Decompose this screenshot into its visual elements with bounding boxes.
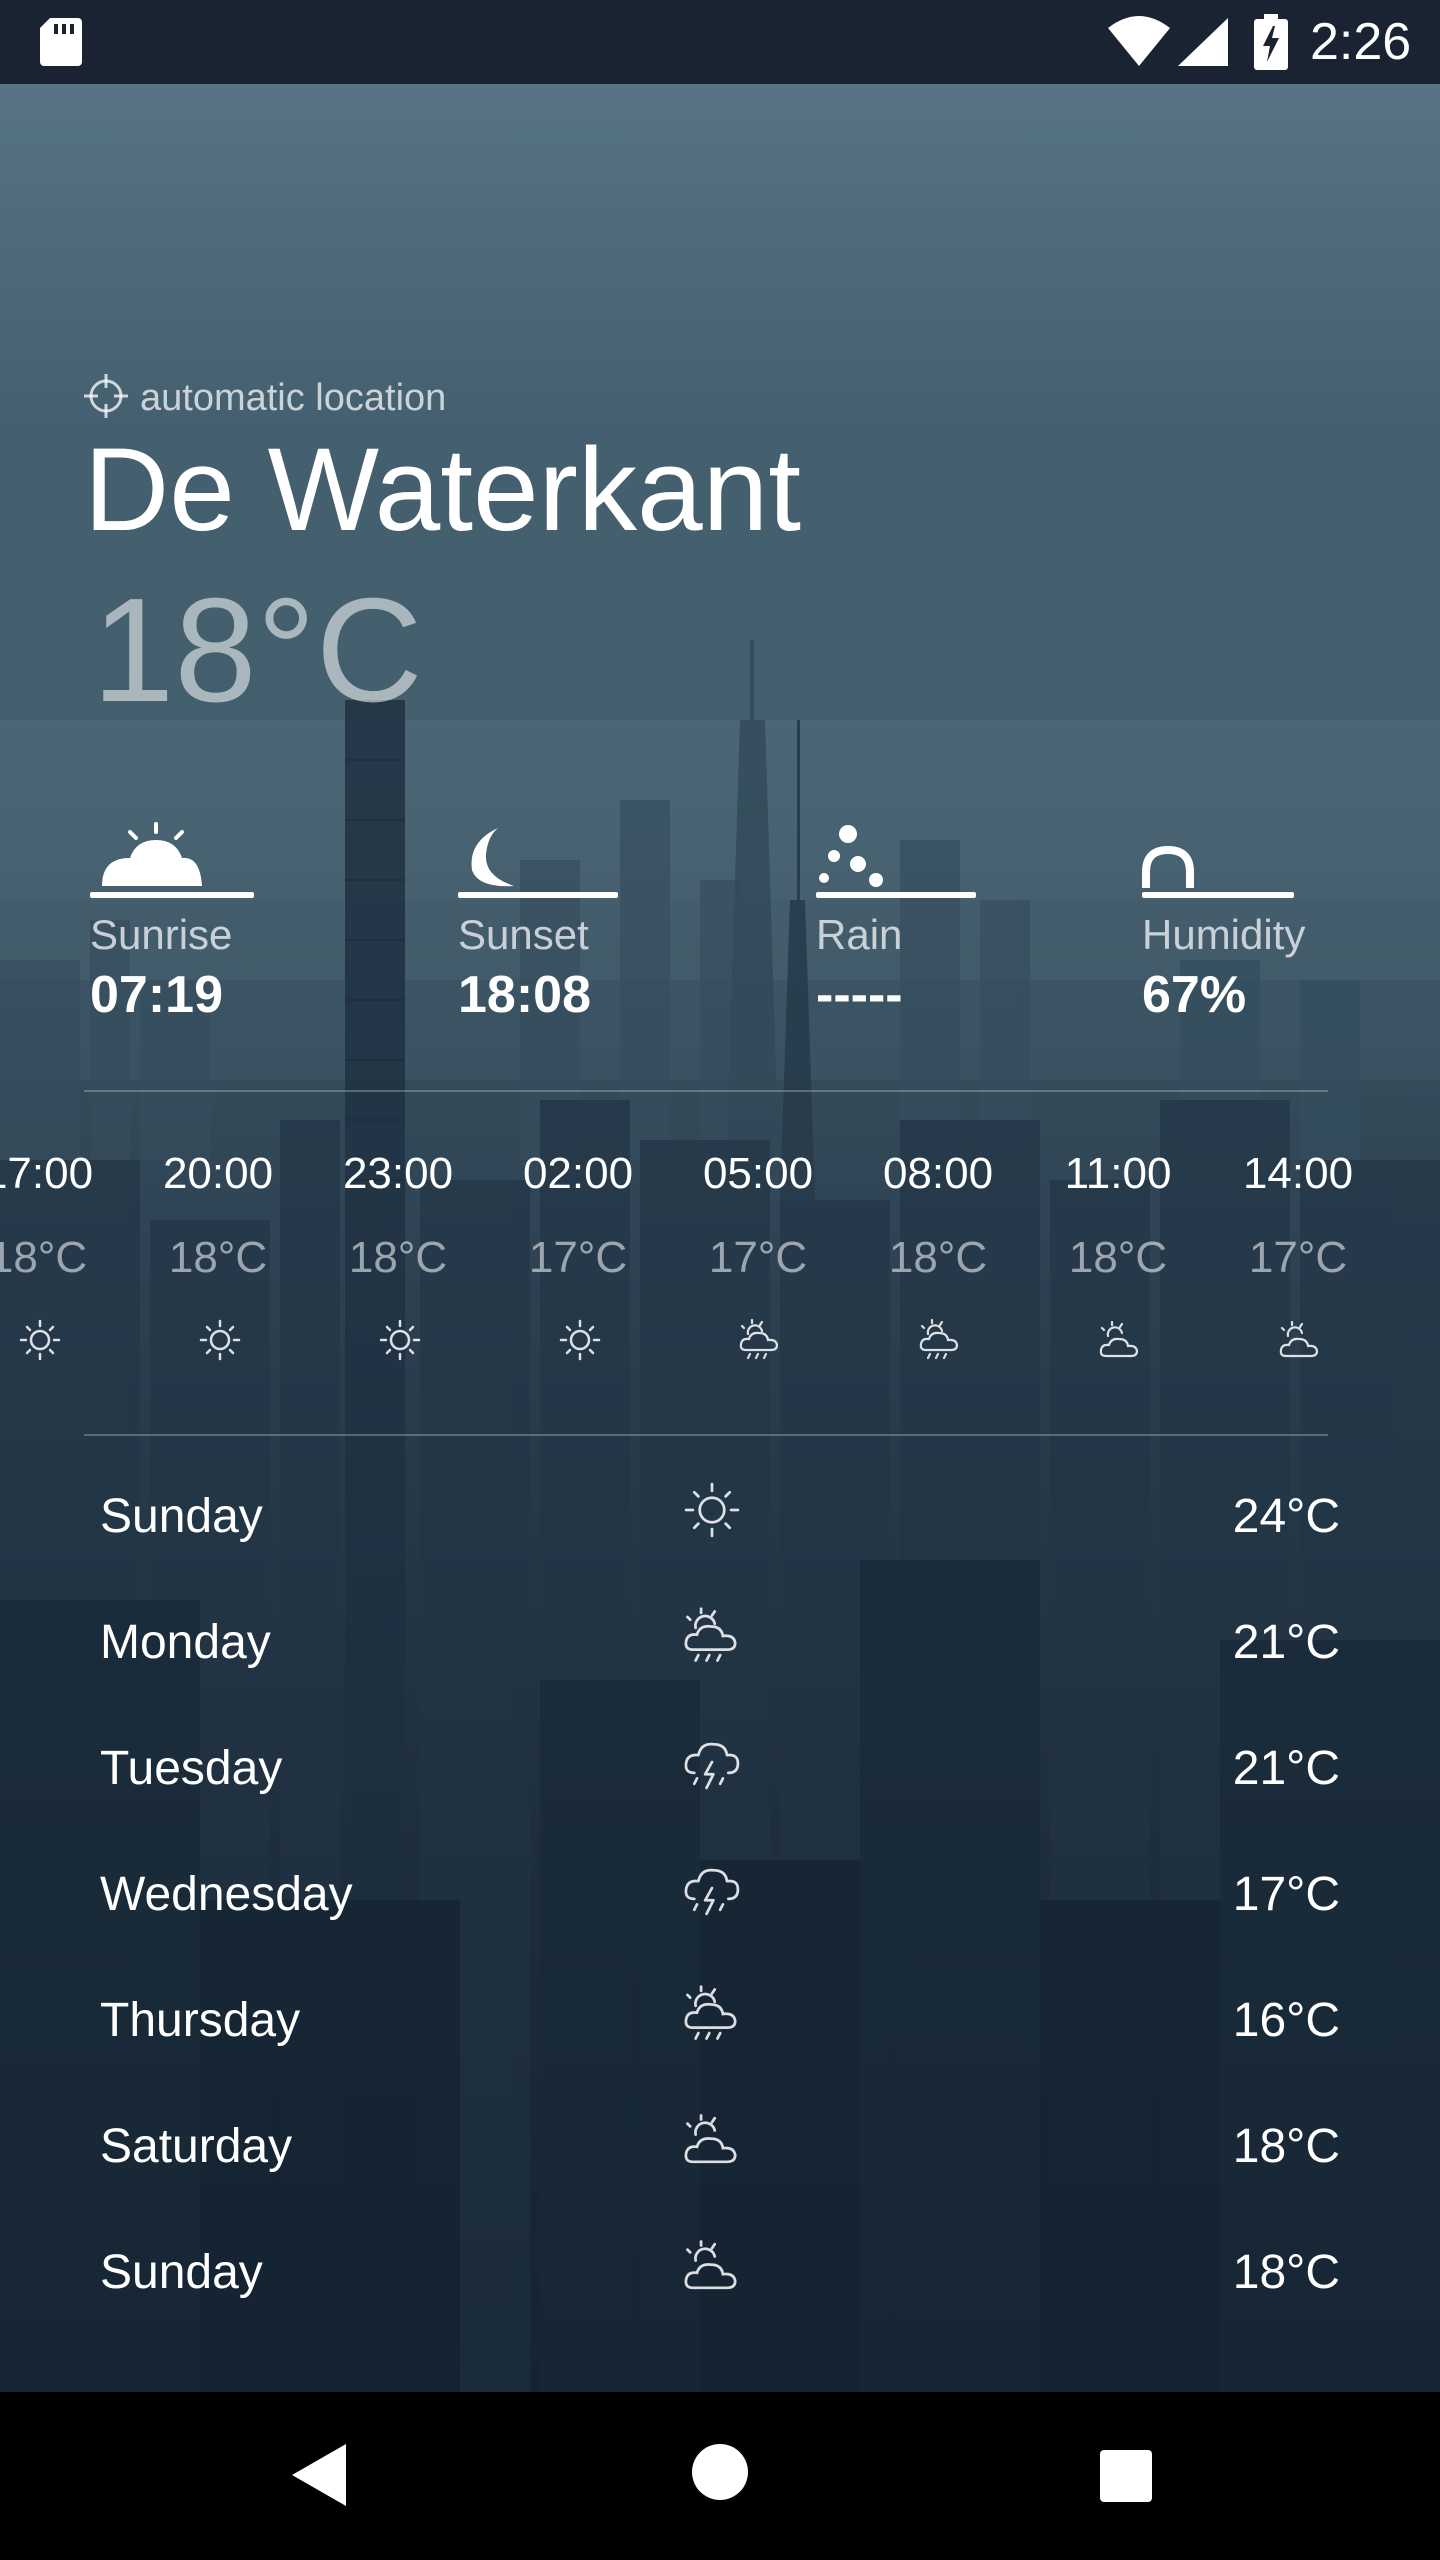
- sunrise-value: 07:19: [90, 966, 223, 1024]
- divider-bottom: [84, 1434, 1328, 1436]
- day-temp: 17°C: [1232, 1868, 1340, 1921]
- sun-cloud-icon: [1098, 1318, 1142, 1367]
- humidity-value: 67%: [1142, 966, 1247, 1024]
- hourly-item: 02:00 17°C: [503, 1140, 653, 1370]
- sd-card-icon: [40, 18, 82, 71]
- rain-value: -----: [816, 966, 903, 1024]
- hour-temp: 18°C: [168, 1233, 268, 1282]
- battery-charging-icon: [1254, 14, 1288, 75]
- status-bar: 2:26: [0, 0, 1440, 84]
- day-temp: 16°C: [1232, 1994, 1340, 2047]
- hourly-item: 08:00 18°C: [863, 1140, 1013, 1370]
- day-name: Wednesday: [100, 1868, 353, 1921]
- sun-icon: [378, 1318, 422, 1367]
- stat-humidity: Humidity 67%: [1142, 820, 1382, 1040]
- weather-screen: 2:26 automatic location De Waterkant 18°…: [0, 0, 1440, 2560]
- daily-row[interactable]: Saturday 18°C: [0, 2096, 1440, 2222]
- sun-icon: [682, 1480, 742, 1545]
- sun-icon: [198, 1318, 242, 1367]
- sunrise-underline: [90, 892, 254, 898]
- location-mode-label: automatic location: [140, 377, 447, 419]
- sun-cloud-rain-icon: [738, 1318, 782, 1367]
- city-name: De Waterkant: [84, 424, 801, 556]
- hour-time: 11:00: [1064, 1149, 1172, 1198]
- hourly-item: 17:00 18°C: [0, 1140, 113, 1370]
- sun-icon: [18, 1318, 62, 1367]
- sun-cloud-rain-icon: [682, 1984, 742, 2049]
- crosshair-icon: [84, 374, 128, 423]
- sun-cloud-icon: [682, 2110, 742, 2175]
- day-temp: 24°C: [1232, 1490, 1340, 1543]
- day-name: Sunday: [100, 2246, 263, 2299]
- sunset-underline: [458, 892, 618, 898]
- hour-temp: 17°C: [528, 1233, 628, 1282]
- humidity-underline: [1142, 892, 1294, 898]
- back-icon[interactable]: [290, 2442, 350, 2513]
- sunset-moon-icon: [458, 820, 618, 895]
- hour-temp: 17°C: [708, 1233, 808, 1282]
- daily-row[interactable]: Monday 21°C: [0, 1592, 1440, 1718]
- day-name: Tuesday: [100, 1742, 283, 1795]
- hourly-item: 05:00 17°C: [683, 1140, 833, 1370]
- daily-row[interactable]: Sunday 24°C: [0, 1466, 1440, 1592]
- rain-label: Rain: [816, 911, 903, 958]
- hour-time: 17:00: [0, 1149, 94, 1198]
- signal-icon: [1178, 18, 1228, 71]
- hour-temp: 18°C: [348, 1233, 448, 1282]
- hour-temp: 18°C: [0, 1233, 88, 1282]
- hourly-item: 23:00 18°C: [323, 1140, 473, 1370]
- day-name: Saturday: [100, 2120, 293, 2173]
- day-name: Monday: [100, 1616, 271, 1669]
- humidity-gauge-icon: [1142, 820, 1302, 895]
- thunderstorm-icon: [682, 1858, 742, 1923]
- recents-icon[interactable]: [1098, 2448, 1154, 2509]
- hourly-item: 14:00 17°C: [1223, 1140, 1373, 1370]
- hour-time: 08:00: [882, 1149, 994, 1198]
- hourly-forecast-scroller[interactable]: 17:00 18°C 20:00 18°C 23:00 18°C 02:00 1…: [0, 1140, 1440, 1380]
- daily-row[interactable]: Tuesday 21°C: [0, 1718, 1440, 1844]
- humidity-label: Humidity: [1142, 911, 1306, 958]
- thunderstorm-icon: [682, 1732, 742, 1797]
- wifi-icon: [1108, 16, 1170, 71]
- sun-cloud-icon: [682, 2236, 742, 2301]
- sunset-label: Sunset: [458, 911, 589, 958]
- hourly-item: 20:00 18°C: [143, 1140, 293, 1370]
- divider-top: [84, 1090, 1328, 1092]
- sun-cloud-rain-icon: [682, 1606, 742, 1671]
- daily-row[interactable]: Thursday 16°C: [0, 1970, 1440, 2096]
- day-temp: 21°C: [1232, 1742, 1340, 1795]
- hour-time: 20:00: [162, 1149, 274, 1198]
- sunset-value: 18:08: [458, 966, 591, 1024]
- hour-time: 14:00: [1242, 1149, 1354, 1198]
- sun-cloud-icon: [1278, 1318, 1322, 1367]
- hour-temp: 18°C: [1068, 1233, 1168, 1282]
- hour-temp: 17°C: [1248, 1233, 1348, 1282]
- stat-rain: Rain -----: [816, 820, 1056, 1040]
- hourly-item: 11:00 18°C: [1043, 1140, 1193, 1370]
- day-temp: 21°C: [1232, 1616, 1340, 1669]
- day-temp: 18°C: [1232, 2120, 1340, 2173]
- rain-underline: [816, 892, 976, 898]
- day-name: Sunday: [100, 1490, 263, 1543]
- daily-row[interactable]: Sunday 18°C: [0, 2222, 1440, 2348]
- stat-sunset: Sunset 18:08: [458, 820, 698, 1040]
- stat-sunrise: Sunrise 07:19: [90, 820, 330, 1040]
- sun-cloud-rain-icon: [918, 1318, 962, 1367]
- hour-time: 05:00: [702, 1149, 814, 1198]
- hour-time: 02:00: [522, 1149, 634, 1198]
- navigation-bar: [0, 2392, 1440, 2560]
- daily-row[interactable]: Wednesday 17°C: [0, 1844, 1440, 1970]
- sunrise-icon: [90, 820, 250, 895]
- home-icon[interactable]: [690, 2442, 750, 2507]
- sun-icon: [558, 1318, 602, 1367]
- current-temperature: 18°C: [92, 568, 423, 733]
- rain-drops-icon: [816, 820, 976, 895]
- day-name: Thursday: [100, 1994, 301, 2047]
- day-temp: 18°C: [1232, 2246, 1340, 2299]
- hour-time: 23:00: [342, 1149, 454, 1198]
- sunrise-label: Sunrise: [90, 911, 233, 958]
- status-clock: 2:26: [1310, 13, 1412, 71]
- hour-temp: 18°C: [888, 1233, 988, 1282]
